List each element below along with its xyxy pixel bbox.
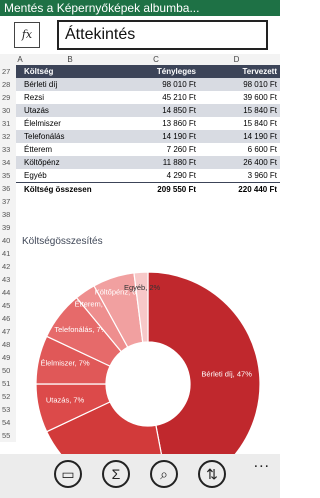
window-title: Mentés a Képernyőképek albumba...	[4, 1, 200, 15]
sort-icon: ⇅	[206, 466, 218, 482]
pie-label: Bérleti díj, 47%	[201, 370, 252, 379]
autosum-button[interactable]: Σ	[102, 460, 130, 488]
sort-button[interactable]: ⇅	[198, 460, 226, 488]
pie-label: Egyéb, 2%	[124, 283, 161, 292]
pie-chart[interactable]: Bérleti díj, 47%Rezsi, 21%Utazás, 7%Élel…	[0, 54, 280, 454]
sum-icon: Σ	[111, 466, 121, 482]
comment-icon: ▭	[61, 466, 75, 482]
app-bar: ▭ Σ ⌕ ⇅ ...	[0, 454, 280, 498]
spreadsheet-grid[interactable]: A B C D E 272829303132333435363738394041…	[0, 54, 280, 454]
find-button[interactable]: ⌕	[150, 460, 178, 488]
formula-input[interactable]: Áttekintés	[57, 20, 268, 50]
comment-button[interactable]: ▭	[54, 460, 82, 488]
function-button[interactable]: fx	[14, 22, 40, 48]
pie-slice[interactable]	[147, 271, 261, 454]
title-bar: Mentés a Képernyőképek albumba...	[0, 0, 280, 16]
pie-label: Élelmiszer, 7%	[40, 358, 90, 367]
pie-label: Utazás, 7%	[46, 396, 85, 405]
more-button[interactable]: ...	[254, 454, 270, 472]
formula-bar: fx Áttekintés	[0, 16, 280, 54]
search-icon: ⌕	[160, 466, 168, 482]
